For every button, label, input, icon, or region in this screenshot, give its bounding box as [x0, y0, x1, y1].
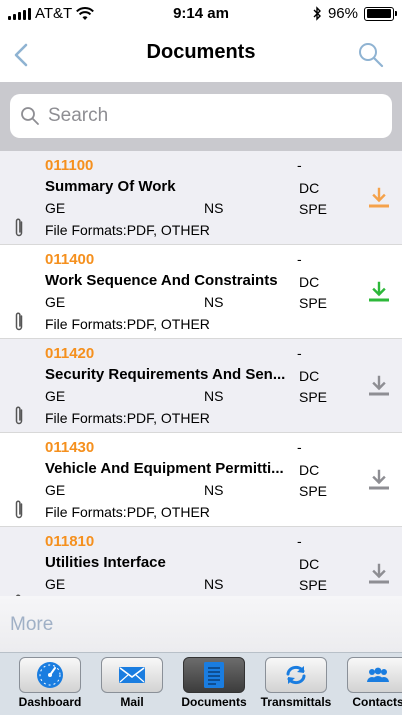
document-number: 011420 — [45, 345, 95, 362]
paperclip-icon — [15, 406, 23, 425]
tab-dashboard[interactable]: Dashboard — [11, 657, 89, 713]
document-dc: DC — [299, 368, 320, 384]
paperclip-icon — [15, 500, 23, 519]
file-formats-label: File Formats: — [45, 316, 127, 332]
document-title: Summary Of Work — [45, 178, 176, 195]
file-formats-value: PDF, OTHER — [126, 222, 210, 238]
download-icon[interactable] — [366, 561, 392, 587]
tab-label: Dashboard — [18, 695, 82, 709]
status-bar: AT&T 9:14 am 96% — [0, 0, 402, 30]
document-ns: NS — [204, 576, 224, 592]
search-icon[interactable] — [356, 40, 386, 70]
document-spe: SPE — [299, 201, 328, 217]
tab-mail-button[interactable] — [101, 657, 163, 693]
document-revision: - — [297, 345, 302, 361]
bluetooth-icon — [313, 6, 321, 21]
file-formats-label: File Formats: — [45, 504, 127, 520]
status-right: 96% — [313, 5, 397, 22]
tab-label: Documents — [181, 695, 247, 709]
dashboard-gauge-icon — [37, 662, 63, 688]
file-formats-value: PDF, OTHER — [126, 316, 210, 332]
tab-transmittals[interactable]: Transmittals — [257, 657, 335, 713]
envelope-icon — [119, 667, 145, 683]
document-file-formats: File Formats:PDF, OTHER — [45, 504, 210, 520]
document-number: 011400 — [45, 251, 95, 268]
document-icon — [204, 662, 224, 688]
document-dc: DC — [299, 462, 320, 478]
document-title: Vehicle And Equipment Permitti... — [45, 460, 284, 477]
search-box[interactable] — [10, 94, 392, 138]
file-formats-value: PDF, OTHER — [126, 410, 210, 426]
document-dc: DC — [299, 274, 320, 290]
document-discipline: GE — [45, 576, 66, 592]
document-title: Work Sequence And Constraints — [45, 272, 278, 289]
document-discipline: GE — [45, 388, 66, 404]
tab-mail[interactable]: Mail — [93, 657, 171, 713]
document-discipline: GE — [45, 482, 66, 498]
document-discipline: GE — [45, 294, 66, 310]
tab-contacts-button[interactable] — [347, 657, 402, 693]
document-ns: NS — [204, 200, 224, 216]
document-dc: DC — [299, 556, 320, 572]
document-file-formats: File Formats:PDF, OTHER — [45, 316, 210, 332]
search-input[interactable] — [48, 105, 368, 127]
tab-documents[interactable]: Documents — [175, 657, 253, 713]
document-row[interactable]: 011810 Utilities Interface GE NS File Fo… — [0, 527, 402, 596]
more-bar[interactable]: More — [0, 596, 402, 652]
document-file-formats: File Formats:PDF, OTHER — [45, 222, 210, 238]
battery-percent: 96% — [327, 5, 358, 22]
tab-contacts[interactable]: Contacts — [339, 657, 402, 713]
document-discipline: GE — [45, 200, 66, 216]
tab-label: Transmittals — [260, 695, 332, 709]
people-icon — [367, 667, 389, 682]
document-revision: - — [297, 251, 302, 267]
document-spe: SPE — [299, 483, 328, 499]
document-number: 011430 — [45, 439, 95, 456]
document-ns: NS — [204, 388, 224, 404]
document-spe: SPE — [299, 295, 328, 311]
search-area — [0, 82, 402, 151]
document-spe: SPE — [299, 389, 328, 405]
document-revision: - — [297, 439, 302, 455]
tab-bar: Dashboard Mail Documents Transmittals Co… — [0, 652, 402, 715]
document-row[interactable]: 011420 Security Requirements And Sen... … — [0, 339, 402, 433]
page-title: Documents — [146, 41, 256, 63]
document-revision: - — [297, 533, 302, 549]
file-formats-value: PDF, OTHER — [126, 504, 210, 520]
refresh-arrows-icon — [286, 665, 306, 685]
paperclip-icon — [15, 218, 23, 237]
download-icon[interactable] — [366, 467, 392, 493]
search-icon — [21, 107, 39, 125]
document-row[interactable]: 011430 Vehicle And Equipment Permitti...… — [0, 433, 402, 527]
document-number: 011810 — [45, 533, 95, 550]
tab-dashboard-button[interactable] — [19, 657, 81, 693]
download-icon[interactable] — [366, 279, 392, 305]
tab-transmittals-button[interactable] — [265, 657, 327, 693]
document-row[interactable]: 011100 Summary Of Work GE NS File Format… — [0, 151, 402, 245]
document-row[interactable]: 011400 Work Sequence And Constraints GE … — [0, 245, 402, 339]
document-number: 011100 — [45, 157, 94, 174]
download-icon[interactable] — [366, 185, 392, 211]
paperclip-icon — [15, 312, 23, 331]
tab-documents-button[interactable] — [183, 657, 245, 693]
more-label: More — [10, 614, 54, 635]
document-spe: SPE — [299, 577, 328, 593]
document-dc: DC — [299, 180, 320, 196]
file-formats-label: File Formats: — [45, 410, 127, 426]
navigation-bar: Documents — [0, 30, 402, 82]
battery-level-fill — [366, 9, 391, 18]
document-title: Utilities Interface — [45, 554, 166, 571]
battery-icon — [364, 6, 397, 21]
document-ns: NS — [204, 482, 224, 498]
document-list: 011100 Summary Of Work GE NS File Format… — [0, 151, 402, 596]
document-file-formats: File Formats:PDF, OTHER — [45, 410, 210, 426]
document-title: Security Requirements And Sen... — [45, 366, 286, 383]
download-icon[interactable] — [366, 373, 392, 399]
tab-label: Contacts — [352, 695, 402, 709]
file-formats-label: File Formats: — [45, 222, 127, 238]
tab-label: Mail — [120, 695, 144, 709]
document-revision: - — [297, 157, 302, 173]
document-ns: NS — [204, 294, 224, 310]
